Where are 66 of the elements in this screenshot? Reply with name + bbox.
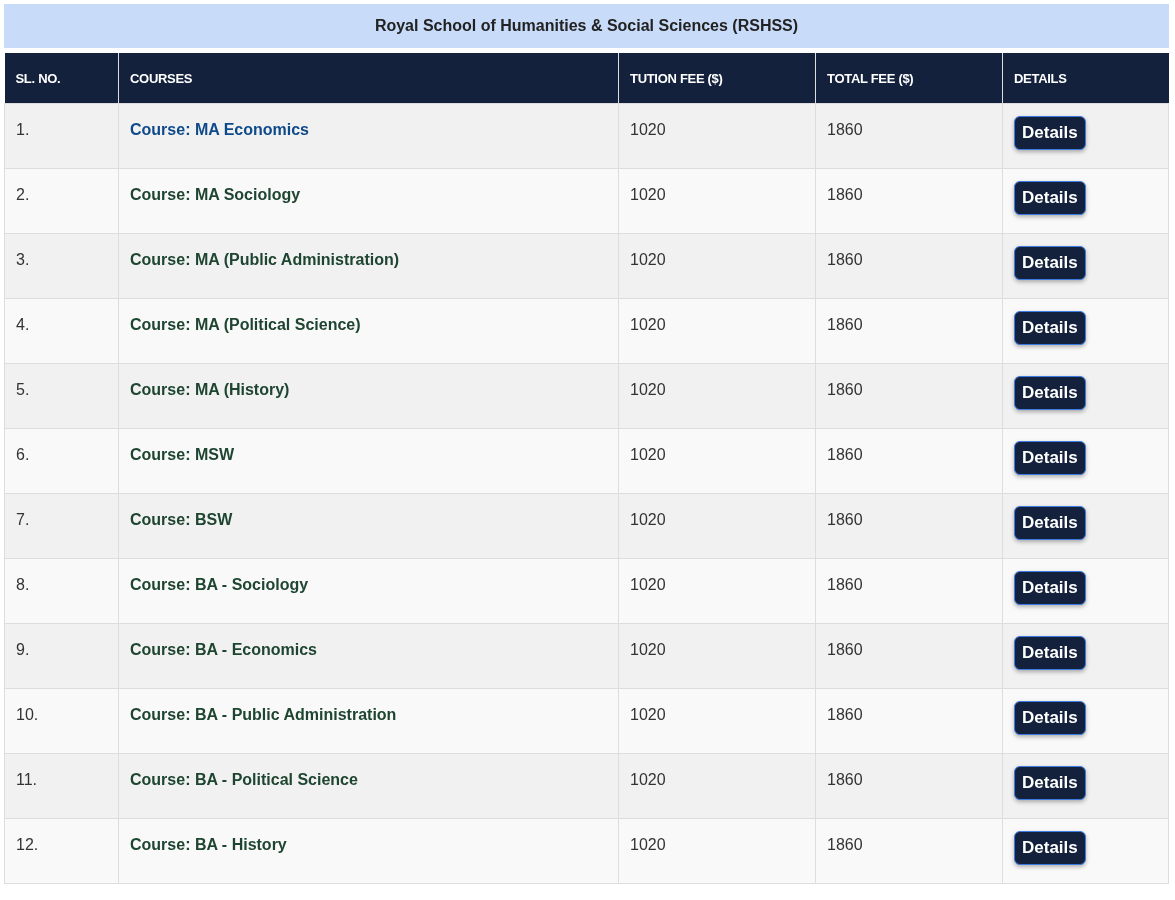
table-cell: 1020 bbox=[618, 753, 816, 819]
table-cell: 1020 bbox=[618, 558, 816, 624]
details-button[interactable]: Details bbox=[1014, 701, 1086, 735]
details-button[interactable]: Details bbox=[1014, 376, 1086, 410]
table-cell: 1860 bbox=[815, 558, 1003, 624]
table-cell: 9. bbox=[4, 623, 119, 689]
table-cell: 1020 bbox=[618, 688, 816, 754]
table-cell: 1. bbox=[4, 103, 119, 169]
table-cell: 1860 bbox=[815, 233, 1003, 299]
table-cell: 5. bbox=[4, 363, 119, 429]
table-cell: 1860 bbox=[815, 363, 1003, 429]
course-link[interactable]: Course: MA Sociology bbox=[130, 186, 301, 203]
course-link[interactable]: Course: BA - Economics bbox=[130, 641, 317, 658]
details-button[interactable]: Details bbox=[1014, 181, 1086, 215]
table-cell: 12. bbox=[4, 818, 119, 884]
course-link[interactable]: Course: BA - Sociology bbox=[130, 576, 309, 593]
details-button[interactable]: Details bbox=[1014, 571, 1086, 605]
table-cell: 1020 bbox=[618, 493, 816, 559]
course-link[interactable]: Course: BA - History bbox=[130, 836, 287, 853]
table-cell: 8. bbox=[4, 558, 119, 624]
table-cell: 1020 bbox=[618, 363, 816, 429]
course-link[interactable]: Course: MA (History) bbox=[130, 381, 290, 398]
table-cell: 1860 bbox=[815, 493, 1003, 559]
course-link[interactable]: Course: MA Economics bbox=[130, 121, 309, 138]
table-cell: 1020 bbox=[618, 818, 816, 884]
table-cell: 1020 bbox=[618, 168, 816, 234]
table-cell: 2. bbox=[4, 168, 119, 234]
details-button[interactable]: Details bbox=[1014, 506, 1086, 540]
column-header: TOTAL FEE ($) bbox=[815, 53, 1003, 104]
column-header: SL. NO. bbox=[4, 53, 119, 104]
details-button[interactable]: Details bbox=[1014, 831, 1086, 865]
course-link[interactable]: Course: MA (Public Administration) bbox=[130, 251, 400, 268]
table-cell: 1020 bbox=[618, 103, 816, 169]
table-cell: 4. bbox=[4, 298, 119, 364]
table-cell: 1860 bbox=[815, 428, 1003, 494]
table-cell: 1860 bbox=[815, 168, 1003, 234]
table-cell: 1860 bbox=[815, 818, 1003, 884]
course-link[interactable]: Course: BA - Political Science bbox=[130, 771, 358, 788]
course-link[interactable]: Course: BSW bbox=[130, 511, 233, 528]
table-cell: 7. bbox=[4, 493, 119, 559]
table-cell: 11. bbox=[4, 753, 119, 819]
course-link[interactable]: Course: MA (Political Science) bbox=[130, 316, 361, 333]
table-cell: 3. bbox=[4, 233, 119, 299]
table-cell: 1860 bbox=[815, 623, 1003, 689]
table-cell: 1860 bbox=[815, 298, 1003, 364]
table-cell: 1020 bbox=[618, 233, 816, 299]
table-cell: 1860 bbox=[815, 688, 1003, 754]
table-cell: 1020 bbox=[618, 623, 816, 689]
column-header: DETAILS bbox=[1002, 53, 1169, 104]
table-cell: 6. bbox=[4, 428, 119, 494]
details-button[interactable]: Details bbox=[1014, 766, 1086, 800]
table-cell: 1860 bbox=[815, 753, 1003, 819]
table-title: Royal School of Humanities & Social Sciences (RSHSS) bbox=[4, 4, 1169, 48]
course-link[interactable]: Course: BA - Public Administration bbox=[130, 706, 397, 723]
column-header: TUTION FEE ($) bbox=[618, 53, 816, 104]
details-button[interactable]: Details bbox=[1014, 311, 1086, 345]
table-cell: 1020 bbox=[618, 428, 816, 494]
table-cell: 1860 bbox=[815, 103, 1003, 169]
details-button[interactable]: Details bbox=[1014, 116, 1086, 150]
table-cell: 10. bbox=[4, 688, 119, 754]
details-button[interactable]: Details bbox=[1014, 441, 1086, 475]
course-link[interactable]: Course: MSW bbox=[130, 446, 234, 463]
details-button[interactable]: Details bbox=[1014, 246, 1086, 280]
table-cell: 1020 bbox=[618, 298, 816, 364]
details-button[interactable]: Details bbox=[1014, 636, 1086, 670]
column-header: COURSES bbox=[118, 53, 619, 104]
